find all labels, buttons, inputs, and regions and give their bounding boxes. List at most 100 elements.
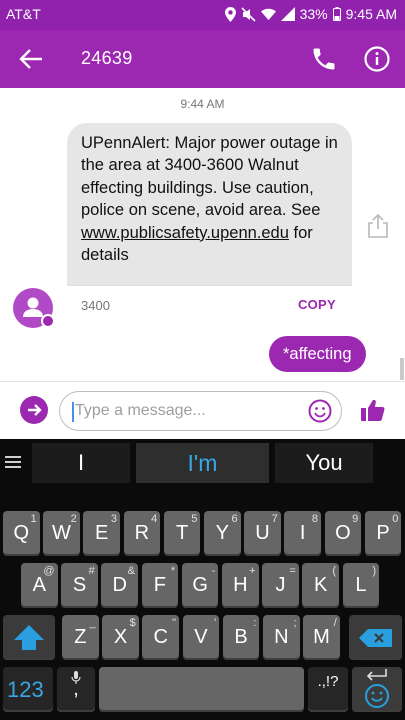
key-label: U — [255, 522, 270, 544]
wifi-icon — [260, 8, 276, 20]
key-q[interactable]: 1Q — [3, 511, 40, 556]
key-d[interactable]: & D — [101, 563, 138, 608]
suggestion-2[interactable]: I'm — [136, 443, 269, 483]
space-key[interactable] — [99, 667, 304, 712]
key-label: I — [299, 522, 306, 544]
key-label: Y — [215, 522, 229, 544]
key-label: B — [234, 626, 248, 648]
battery-icon — [332, 7, 341, 21]
key-secondary-label: @ — [43, 565, 55, 577]
incoming-message-text: UPennAlert: Major power outage in the ar… — [67, 123, 352, 283]
smiley-icon — [365, 684, 389, 708]
key-secondary-label: 5 — [191, 513, 198, 525]
key-r[interactable]: 4R — [123, 511, 161, 556]
key-secondary-label: # — [88, 565, 95, 577]
key-k[interactable]: (K — [302, 563, 339, 608]
phone-icon[interactable] — [310, 45, 338, 73]
key-f[interactable]: * F — [141, 563, 179, 608]
key-label: H — [233, 574, 248, 596]
key-label: K — [314, 574, 328, 596]
key-w[interactable]: 2W — [43, 511, 80, 556]
key-label: E — [95, 522, 109, 544]
key-secondary-label: 3 — [110, 513, 117, 525]
key-secondary-label: 0 — [392, 513, 399, 525]
key-label: Q — [13, 522, 30, 544]
backspace-key[interactable] — [349, 615, 402, 660]
info-icon[interactable] — [363, 45, 391, 73]
key-z[interactable]: _ Z — [62, 615, 99, 660]
key-b[interactable]: :B — [222, 615, 260, 660]
key-y[interactable]: 6Y — [204, 511, 241, 556]
message-link[interactable]: www.publicsafety.upenn.edu — [81, 224, 289, 242]
key-label: W — [52, 522, 71, 544]
key-label: F — [153, 574, 166, 596]
messaging-app: AT&T 33% 9:45 AM 24639 9:44 AM UPennAler… — [0, 0, 405, 720]
key-secondary-label: = — [289, 565, 296, 577]
text-cursor — [72, 402, 74, 422]
message-list[interactable]: 9:44 AM UPennAlert: Major power outage i… — [0, 88, 405, 381]
key-p[interactable]: 0P — [364, 511, 402, 556]
key-secondary-label: 2 — [70, 513, 77, 525]
key-l[interactable]: ) L — [342, 563, 380, 608]
copy-code-button[interactable]: COPY — [298, 297, 336, 312]
share-icon[interactable] — [366, 213, 390, 239]
key-label: R — [134, 522, 150, 544]
suggestion-3[interactable]: You — [275, 443, 373, 483]
key-s[interactable]: # S — [61, 563, 98, 608]
key-secondary-label: & — [127, 565, 135, 577]
key-u[interactable]: 7U — [244, 511, 281, 556]
key-label: N — [274, 626, 289, 648]
key-t[interactable]: 5T — [163, 511, 201, 556]
keyboard-menu-icon[interactable] — [4, 453, 22, 471]
key-secondary-label: 1 — [30, 513, 37, 525]
message-input[interactable]: Type a message... — [59, 391, 342, 431]
key-secondary-label: ; — [293, 617, 297, 629]
incoming-message-bubble[interactable]: UPennAlert: Major power outage in the ar… — [67, 123, 352, 325]
key-g[interactable]: -G — [181, 563, 219, 608]
key-i[interactable]: 8I — [284, 511, 321, 556]
location-icon — [224, 6, 236, 22]
soft-keyboard: I I'm You 1 Q 2 W 3 E 4 R 5 T 6 Y 7 U 8 I 9 O 0 P @ A # S & D * F - G… — [0, 439, 405, 720]
key-n[interactable]: ; N — [263, 615, 300, 660]
status-bar: AT&T 33% 9:45 AM — [0, 0, 405, 30]
back-arrow-icon[interactable] — [18, 46, 44, 72]
key-secondary-label: 8 — [311, 513, 318, 525]
numbers-key[interactable]: 123 — [3, 667, 53, 712]
carrier-label: AT&T — [6, 6, 41, 22]
key-e[interactable]: 3E — [83, 511, 120, 556]
comma-key[interactable]: , — [57, 667, 95, 712]
key-secondary-label: 9 — [352, 513, 359, 525]
key-v[interactable]: ' V — [182, 615, 220, 660]
period-key[interactable]: .,!? — [308, 667, 348, 712]
key-secondary-label: 4 — [151, 513, 158, 525]
shift-arrow-icon — [14, 625, 44, 650]
key-label: G — [192, 574, 208, 596]
key-x[interactable]: $ X — [102, 615, 139, 660]
key-a[interactable]: @ A — [21, 563, 58, 608]
key-label: M — [313, 626, 330, 648]
signal-icon — [280, 7, 295, 21]
key-label: C — [153, 626, 168, 648]
key-secondary-label: " — [172, 617, 176, 629]
enter-key[interactable] — [352, 667, 402, 712]
key-label: L — [355, 574, 367, 596]
emoji-icon[interactable] — [308, 399, 332, 423]
key-label: P — [376, 522, 390, 544]
shift-key[interactable] — [3, 615, 55, 660]
key-j[interactable]: = J — [262, 563, 299, 608]
key-label: O — [335, 522, 351, 544]
conversation-title: 24639 — [81, 48, 133, 68]
thumbs-up-icon[interactable] — [359, 396, 387, 424]
key-m[interactable]: / M — [303, 615, 340, 660]
key-h[interactable]: + H — [222, 563, 259, 608]
outgoing-message-bubble[interactable]: *affecting — [269, 336, 366, 372]
key-secondary-label: * — [170, 565, 176, 577]
suggestion-1[interactable]: I — [32, 443, 130, 483]
key-secondary-label: / — [333, 617, 337, 629]
key-c[interactable]: " C — [142, 615, 179, 660]
key-o[interactable]: 9O — [324, 511, 362, 556]
scrollbar-thumb[interactable] — [400, 358, 404, 380]
battery-percent: 33% — [299, 6, 328, 22]
attach-button[interactable] — [20, 396, 48, 424]
key-secondary-label: _ — [89, 617, 96, 629]
